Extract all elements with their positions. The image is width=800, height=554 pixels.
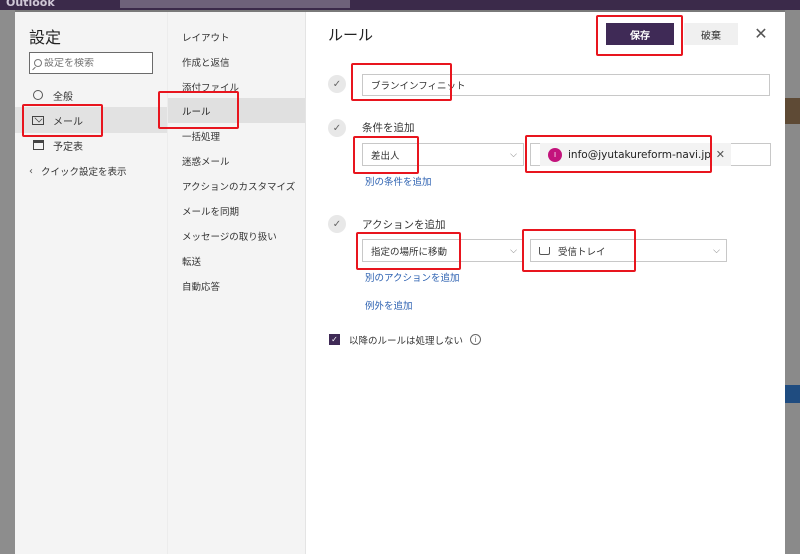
condition-type-select[interactable]: 差出人 ⌵ (362, 143, 524, 166)
condition-heading: 条件を追加 (362, 122, 415, 134)
quick-settings-link[interactable]: ‹ クイック設定を表示 (29, 164, 127, 179)
chevron-down-icon: ⌵ (510, 149, 517, 160)
settings-search-input[interactable] (44, 57, 144, 69)
mail-nav-forwarding[interactable]: 転送 (168, 248, 306, 273)
mail-nav-sweep[interactable]: 一括処理 (168, 123, 306, 148)
action-type-select[interactable]: 指定の場所に移動 ⌵ (362, 239, 524, 262)
gear-icon (31, 90, 45, 100)
chevron-down-icon: ⌵ (713, 245, 720, 256)
action-folder-select[interactable]: 受信トレイ ⌵ (530, 239, 727, 262)
background-right-pane (785, 10, 800, 554)
chevron-left-icon: ‹ (29, 165, 33, 177)
category-general-label: 全般 (53, 91, 73, 103)
chevron-down-icon: ⌵ (510, 245, 517, 256)
discard-button[interactable]: 破棄 (684, 23, 738, 45)
info-icon[interactable]: i (470, 334, 481, 345)
add-condition-link[interactable]: 別の条件を追加 (365, 174, 432, 188)
settings-search-box[interactable] (29, 52, 153, 74)
rule-name-field[interactable]: ブランインフィニット (362, 74, 770, 96)
background-left-pane (0, 10, 15, 554)
category-calendar[interactable]: 予定表 (15, 132, 167, 158)
sender-chip[interactable]: I info@jyutakureform-navi.jp ✕ (540, 143, 731, 166)
mail-nav-auto-reply[interactable]: 自動応答 (168, 273, 306, 298)
category-mail[interactable]: メール (15, 107, 167, 133)
mail-nav-sync[interactable]: メールを同期 (168, 198, 306, 223)
mail-icon (31, 115, 45, 125)
app-search-bar (120, 0, 350, 8)
search-icon (34, 59, 42, 67)
step-check-icon: ✓ (328, 75, 346, 93)
category-mail-label: メール (53, 116, 83, 128)
stop-processing-checkbox[interactable]: ✓ (329, 334, 340, 345)
rules-title: ルール (328, 26, 374, 44)
close-icon[interactable]: ✕ (752, 23, 770, 43)
step-check-icon: ✓ (328, 215, 346, 233)
mail-nav-message-handling[interactable]: メッセージの取り扱い (168, 223, 306, 248)
settings-category-pane: 設定 全般 メール 予定表 ‹ クイック設定を表示 (15, 12, 167, 554)
remove-chip-icon[interactable]: ✕ (716, 148, 725, 161)
mail-nav-junk[interactable]: 迷惑メール (168, 148, 306, 173)
add-action-link[interactable]: 別のアクションを追加 (365, 270, 460, 284)
mail-nav-compose[interactable]: 作成と返信 (168, 49, 306, 74)
condition-type-value: 差出人 (371, 150, 400, 162)
rule-name-value: ブランインフィニット (371, 81, 466, 92)
stop-processing-label: 以降のルールは処理しない (349, 336, 464, 347)
settings-dialog: 設定 全般 メール 予定表 ‹ クイック設定を表示 レイアウト 作成と返信 添付… (15, 12, 785, 554)
background-thumbnail (785, 98, 800, 124)
app-name: Outlook (6, 0, 55, 9)
add-exception-link[interactable]: 例外を追加 (365, 298, 413, 312)
outlook-topbar: Outlook (0, 0, 800, 10)
mail-nav-attachments[interactable]: 添付ファイル (168, 74, 306, 99)
mail-nav-layout[interactable]: レイアウト (168, 24, 306, 49)
save-button[interactable]: 保存 (606, 23, 674, 45)
avatar: I (548, 147, 562, 162)
calendar-icon (31, 140, 45, 150)
mail-nav-rules[interactable]: ルール (168, 98, 306, 123)
settings-title: 設定 (29, 28, 62, 47)
category-calendar-label: 予定表 (53, 141, 83, 153)
quick-settings-label: クイック設定を表示 (41, 167, 127, 178)
mail-settings-nav: レイアウト 作成と返信 添付ファイル ルール 一括処理 迷惑メール アクションの… (167, 12, 306, 554)
inbox-icon (539, 246, 550, 255)
step-check-icon: ✓ (328, 119, 346, 137)
rule-editor-pane: ルール 保存 破棄 ✕ ✓ ブランインフィニット ✓ 条件を追加 差出人 ⌵ I… (305, 12, 785, 554)
background-button (785, 385, 800, 403)
category-general[interactable]: 全般 (15, 82, 167, 108)
action-folder-value: 受信トレイ (558, 246, 606, 258)
action-type-value: 指定の場所に移動 (371, 246, 448, 258)
mail-nav-customize-actions[interactable]: アクションのカスタマイズ (168, 173, 306, 198)
sender-email: info@jyutakureform-navi.jp (568, 148, 711, 161)
action-heading: アクションを追加 (362, 219, 446, 231)
